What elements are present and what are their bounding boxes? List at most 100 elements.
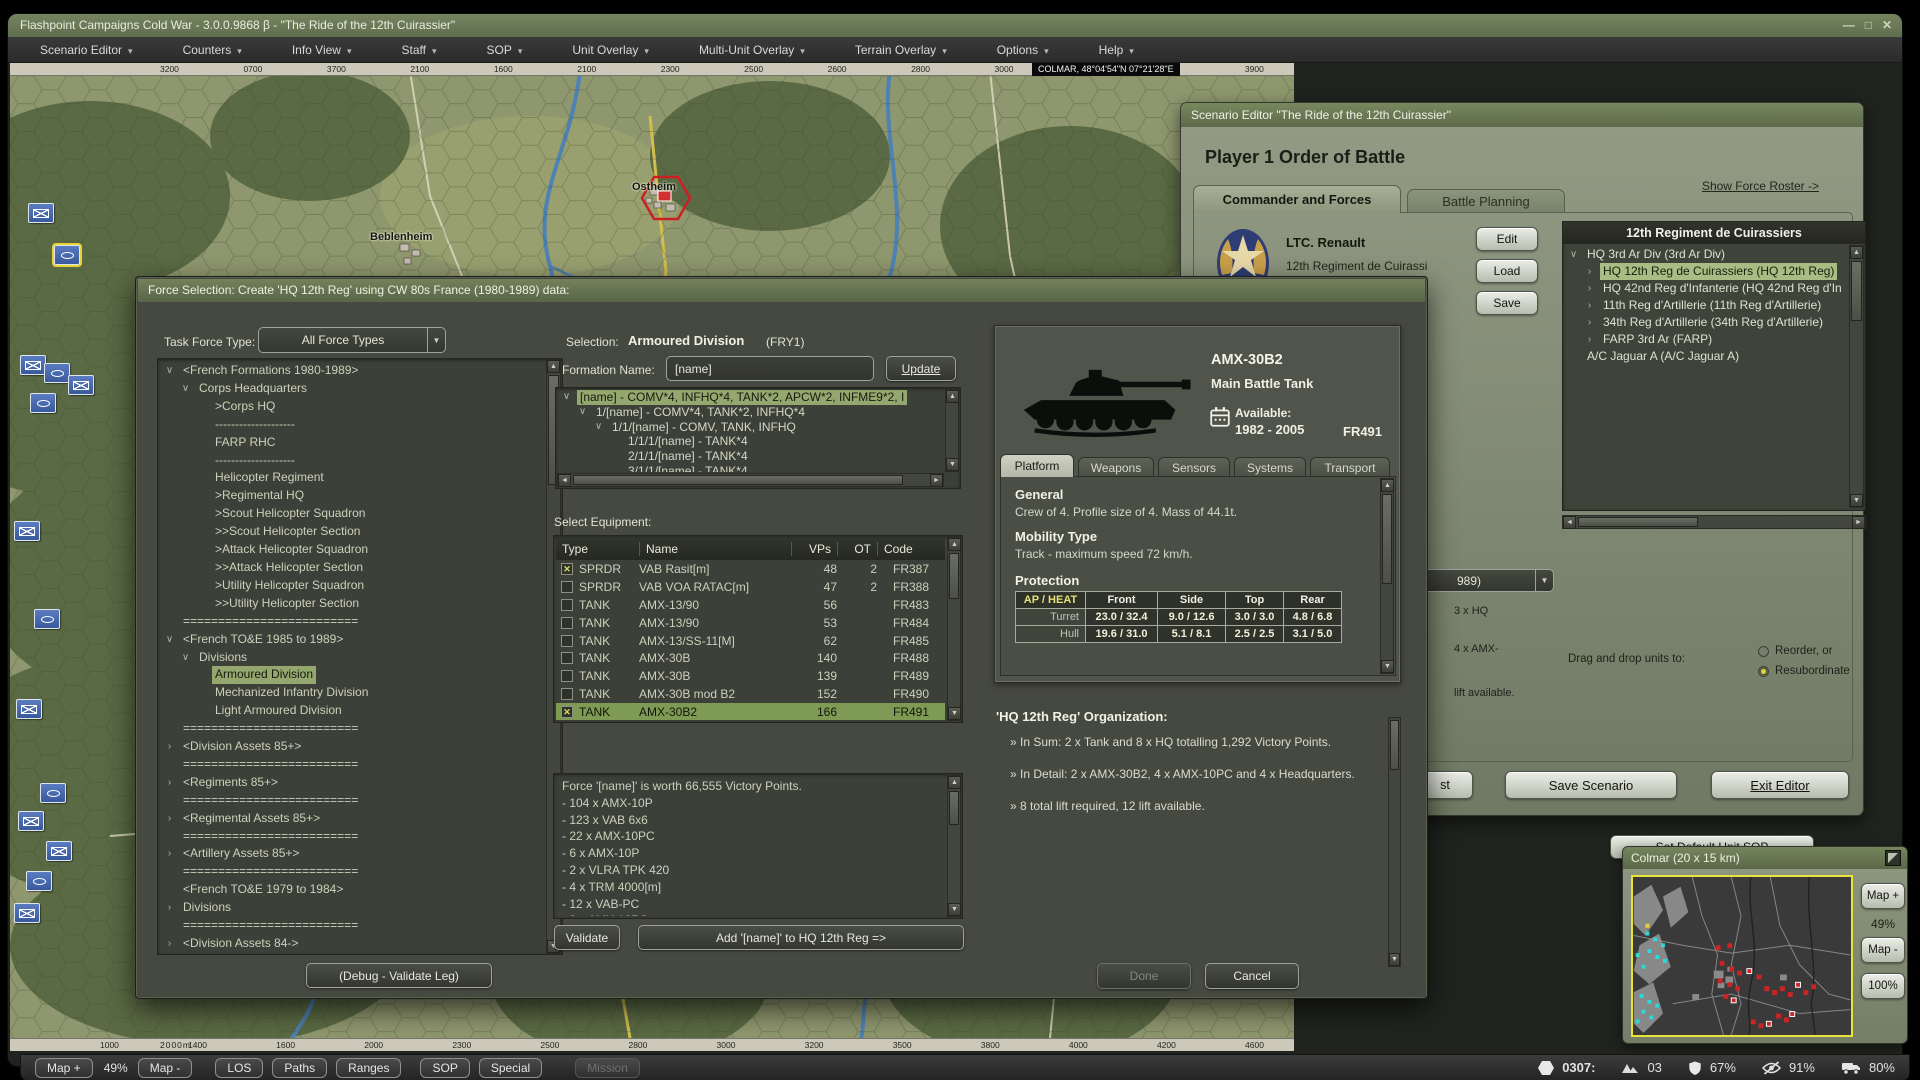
unit-counter[interactable] — [28, 203, 54, 223]
save-commander-button[interactable]: Save — [1476, 291, 1538, 315]
minimap-toggle-icon[interactable] — [1885, 850, 1901, 866]
equipment-checkbox[interactable] — [561, 652, 573, 665]
close-icon[interactable]: ✕ — [1882, 14, 1892, 37]
done-button[interactable]: Done — [1097, 963, 1191, 989]
formation-tree-item[interactable]: Light Armoured Division — [161, 702, 545, 720]
resubordinate-option[interactable]: Resubordinate — [1758, 665, 1850, 677]
tree-arrow-icon[interactable]: › — [1583, 331, 1596, 348]
scroll-up-icon[interactable]: ▲ — [948, 776, 961, 789]
equipment-row[interactable]: TANK AMX-13/90 53 FR484 — [556, 614, 945, 632]
tree-arrow-icon[interactable]: › — [163, 845, 176, 863]
scroll-down-icon[interactable]: ▼ — [1389, 953, 1400, 966]
oob-tree-vertical-scrollbar[interactable]: ▲ ▼ — [1849, 245, 1864, 508]
menu-item[interactable]: Multi-Unit Overlay — [685, 43, 819, 57]
formation-tree-item[interactable]: ========================= — [161, 863, 545, 881]
oob-tree-item[interactable]: › HQ 12th Reg de Cuirassiers (HQ 12th Re… — [1565, 263, 1849, 280]
scroll-up-icon[interactable]: ▲ — [1381, 479, 1394, 492]
minimap-zoom-in-button[interactable]: Map + — [1861, 883, 1905, 909]
oob-tree-item[interactable]: ∨ HQ 3rd Ar Div (3rd Ar Div) — [1565, 246, 1849, 263]
formation-tree-item[interactable]: >>Scout Helicopter Section — [161, 523, 545, 541]
cancel-button[interactable]: Cancel — [1205, 963, 1299, 989]
structure-tree-item[interactable]: 2/1/1/[name] - TANK*4 — [558, 449, 930, 464]
scroll-thumb[interactable] — [1578, 517, 1698, 527]
special-button[interactable]: Special — [478, 1057, 543, 1078]
scroll-down-icon[interactable]: ▼ — [948, 903, 961, 916]
menu-item[interactable]: Help — [1085, 43, 1148, 57]
map-zoom-in-button[interactable]: Map + — [35, 1057, 93, 1078]
window-titlebar[interactable]: Flashpoint Campaigns Cold War - 3.0.0.98… — [8, 14, 1902, 37]
formation-tree-item[interactable]: >Attack Helicopter Squadron — [161, 541, 545, 559]
tree-arrow-icon[interactable]: ∨ — [179, 380, 192, 398]
exit-editor-button[interactable]: Exit Editor — [1711, 771, 1849, 799]
equipment-row[interactable]: SPRDR VAB VOA RATAC[m] 47 2 FR388 — [556, 578, 945, 596]
chevron-down-icon[interactable]: ▼ — [1535, 570, 1553, 591]
menu-item[interactable]: Info View — [278, 43, 366, 57]
scroll-thumb[interactable] — [949, 791, 959, 825]
minimap[interactable] — [1631, 875, 1853, 1037]
tree-arrow-icon[interactable]: ∨ — [560, 390, 573, 405]
formation-tree-item[interactable]: >Utility Helicopter Squadron — [161, 577, 545, 595]
tree-arrow-icon[interactable]: ∨ — [592, 420, 605, 435]
menu-item[interactable]: Unit Overlay — [558, 43, 663, 57]
paths-button[interactable]: Paths — [272, 1057, 328, 1078]
formation-tree-item[interactable]: FARP RHC — [161, 434, 545, 452]
structure-tree-item[interactable]: ∨ 1/[name] - COMV*4, TANK*2, INFHQ*4 — [558, 405, 930, 420]
tab-commander-and-forces[interactable]: Commander and Forces — [1193, 185, 1401, 213]
tree-arrow-icon[interactable]: › — [1583, 280, 1596, 297]
detail-scrollbar[interactable]: ▲ ▼ — [1380, 478, 1394, 674]
equipment-row[interactable]: TANK AMX-30B mod B2 152 FR490 — [556, 685, 945, 703]
minimap-full-zoom-button[interactable]: 100% — [1861, 973, 1905, 999]
unit-counter[interactable] — [14, 903, 40, 923]
tree-arrow-icon[interactable]: › — [1583, 263, 1596, 280]
tree-arrow-icon[interactable]: ∨ — [163, 362, 176, 380]
equipment-row[interactable]: TANK AMX-30B 140 FR488 — [556, 649, 945, 667]
tree-arrow-icon[interactable]: › — [1583, 314, 1596, 331]
unit-counter-selected[interactable] — [52, 243, 82, 267]
formation-tree-item[interactable]: ========================= — [161, 828, 545, 846]
menu-item[interactable]: Staff — [388, 43, 451, 57]
formation-tree-item[interactable]: ========================= — [161, 792, 545, 810]
detail-tab[interactable]: Systems — [1234, 457, 1306, 477]
formation-tree-item[interactable]: ========================= — [161, 613, 545, 631]
chevron-down-icon[interactable]: ▼ — [427, 328, 445, 352]
minimize-icon[interactable]: — — [1843, 14, 1855, 37]
los-button[interactable]: LOS — [215, 1057, 264, 1078]
formation-tree-item[interactable]: › <Division Assets 84-> — [161, 935, 545, 953]
tree-arrow-icon[interactable]: ∨ — [576, 405, 589, 420]
equipment-row[interactable]: ✕ SPRDR VAB Rasit[m] 48 2 FR387 — [556, 560, 945, 578]
column-type[interactable]: Type — [556, 542, 640, 556]
detail-tab[interactable]: Platform — [1000, 454, 1074, 477]
formation-tree-item[interactable]: › <Regimental Assets 85+> — [161, 810, 545, 828]
formation-tree-item[interactable]: › <Division Assets 85+> — [161, 738, 545, 756]
tree-arrow-icon[interactable]: › — [163, 810, 176, 828]
unit-counter[interactable] — [44, 363, 70, 383]
menu-item[interactable]: SOP — [473, 43, 537, 57]
formation-tree-item[interactable]: › <Regiments 85+> — [161, 774, 545, 792]
scroll-down-icon[interactable]: ▼ — [948, 707, 961, 720]
scroll-left-icon[interactable]: ◄ — [1563, 516, 1576, 529]
edit-commander-button[interactable]: Edit — [1476, 227, 1538, 251]
formation-tree-item[interactable]: ∨ <French TO&E 1985 to 1989> — [161, 631, 545, 649]
tree-arrow-icon[interactable]: ∨ — [163, 631, 176, 649]
formation-tree-item[interactable]: -------------------- — [161, 416, 545, 434]
structure-vertical-scrollbar[interactable]: ▲ ▼ — [945, 389, 959, 472]
formation-tree-item[interactable]: >>Attack Helicopter Section — [161, 559, 545, 577]
tree-arrow-icon[interactable]: › — [163, 899, 176, 917]
equipment-checkbox[interactable] — [561, 598, 573, 611]
tree-arrow-icon[interactable]: › — [163, 935, 176, 953]
validate-button[interactable]: Validate — [554, 925, 620, 950]
equipment-checkbox[interactable] — [561, 616, 573, 629]
equipment-row[interactable]: TANK AMX-13/SS-11[M] 62 FR485 — [556, 632, 945, 650]
tab-battle-planning[interactable]: Battle Planning — [1407, 189, 1565, 213]
menu-item[interactable]: Counters — [169, 43, 256, 57]
scroll-down-icon[interactable]: ▼ — [1381, 660, 1394, 673]
add-formation-button[interactable]: Add '[name]' to HQ 12th Reg => — [638, 925, 964, 950]
scroll-left-icon[interactable]: ◄ — [558, 474, 571, 487]
scroll-thumb[interactable] — [573, 475, 903, 485]
scroll-thumb[interactable] — [1851, 261, 1862, 321]
oob-tree-item[interactable]: › HQ 42nd Reg d'Infanterie (HQ 42nd Reg … — [1565, 280, 1849, 297]
menu-item[interactable]: Scenario Editor — [26, 43, 147, 57]
unit-counter[interactable] — [68, 375, 94, 395]
equipment-scrollbar[interactable]: ▲ ▼ — [947, 537, 961, 721]
menu-item[interactable]: Options — [983, 43, 1063, 57]
